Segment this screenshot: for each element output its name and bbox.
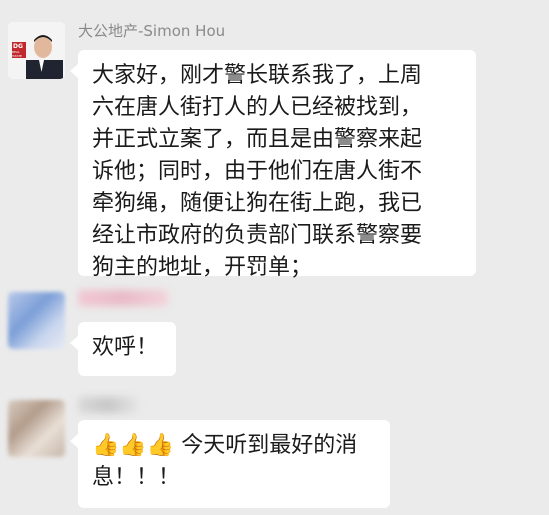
message-text: 今天听到最好的消: [181, 433, 358, 458]
thumbs-up-icon: 👍: [146, 433, 175, 458]
message-text: 欢呼！: [92, 335, 159, 360]
message-line: 诉他；同时，由于他们在唐人街不: [92, 159, 423, 184]
avatar[interactable]: DG REAL ESTATE: [8, 22, 65, 79]
sender-name-redacted: [78, 397, 138, 413]
avatar-logo-text: DG: [13, 43, 23, 50]
message-line: 并正式立案了，而且是由警察来起: [92, 127, 423, 152]
sender-name: 大公地产-Simon Hou: [78, 22, 226, 40]
thumbs-up-icon: 👍: [92, 433, 120, 458]
message-bubble[interactable]: 👍👍👍 今天听到最好的消 息！！！: [70, 420, 390, 508]
message-line: 大家好，刚才警长联系我了，上周: [92, 63, 423, 88]
message-bubble[interactable]: 欢呼！: [70, 322, 176, 376]
avatar-logo-text-3: ESTATE: [11, 54, 22, 58]
sender-name-redacted: [78, 290, 168, 306]
avatar[interactable]: [8, 292, 65, 349]
avatar[interactable]: [8, 400, 65, 457]
message-line: 经让市政府的负责部门联系警察要: [92, 223, 423, 248]
message-line: 牵狗绳，随便让狗在街上跑，我已: [92, 191, 423, 216]
message-line: 狗主的地址，开罚单；: [92, 255, 313, 280]
message-line: 六在唐人街打人的人已经被找到，: [92, 95, 423, 120]
thumbs-up-icon: 👍: [119, 433, 147, 458]
message-text: 息！！！: [92, 465, 181, 490]
message-bubble[interactable]: 大家好，刚才警长联系我了，上周 六在唐人街打人的人已经被找到， 并正式立案了，而…: [70, 50, 476, 280]
